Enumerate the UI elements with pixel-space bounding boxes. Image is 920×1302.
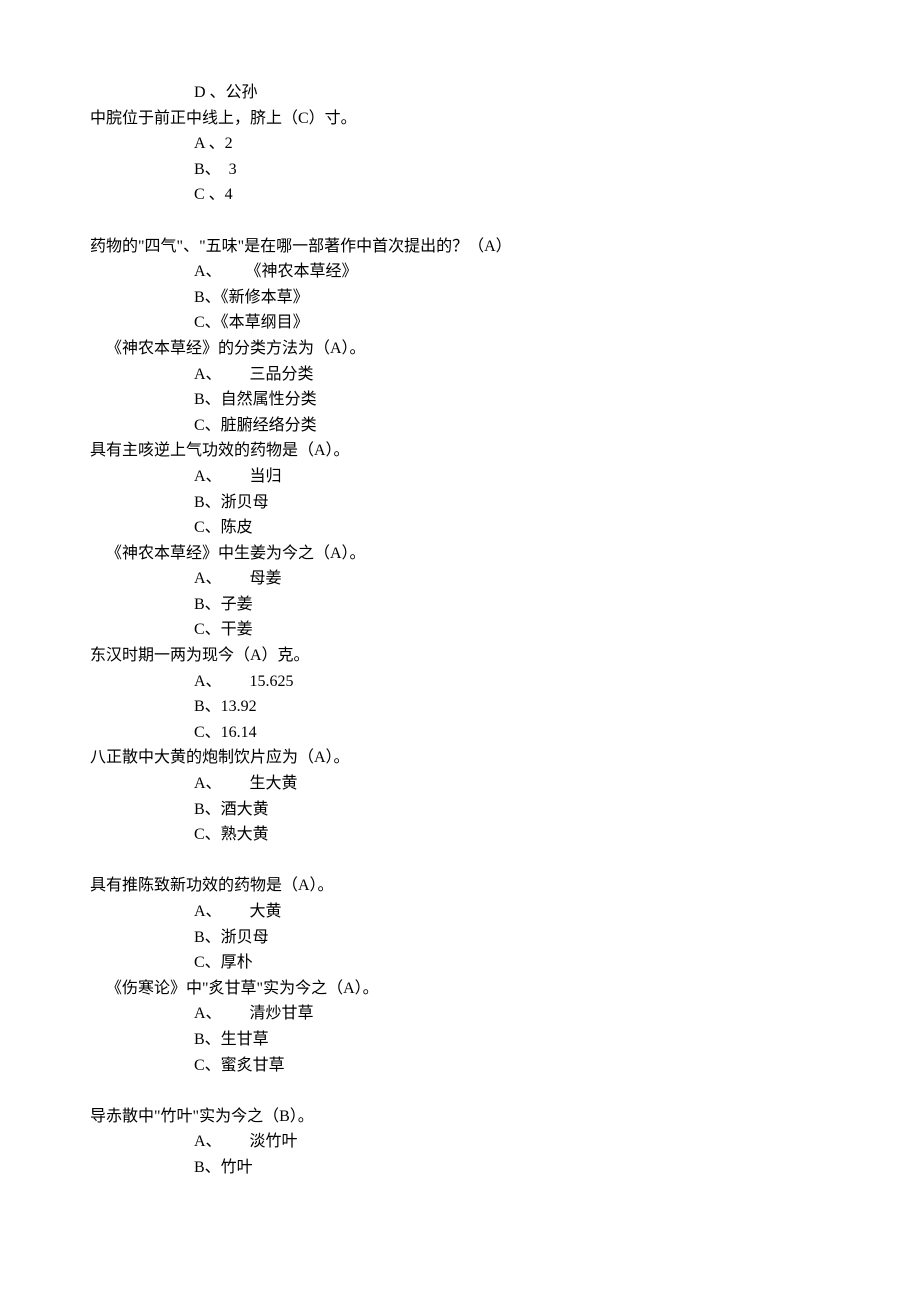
question-text: 具有主咳逆上气功效的药物是（A）。 [90, 438, 830, 464]
option-text: C、脏腑经络分类 [194, 413, 830, 439]
question-text: 具有推陈致新功效的药物是（A）。 [90, 873, 830, 899]
option-text: B、 3 [194, 157, 830, 183]
option-text: C、熟大黄 [194, 822, 830, 848]
question-text: 《神农本草经》中生姜为今之（A）。 [106, 541, 830, 567]
option-text: C、16.14 [194, 720, 830, 746]
blank-line [90, 1078, 830, 1104]
question-text: 东汉时期一两为现今（A）克。 [90, 643, 830, 669]
option-text: C、陈皮 [194, 515, 830, 541]
document-body: D 、公孙中脘位于前正中线上，脐上（C）寸。A 、2B、 3C 、4 药物的"四… [90, 80, 830, 1181]
option-text: B、酒大黄 [194, 797, 830, 823]
option-text: A、 淡竹叶 [194, 1129, 830, 1155]
option-text: A、 大黄 [194, 899, 830, 925]
blank-line [90, 208, 830, 234]
option-text: B、自然属性分类 [194, 387, 830, 413]
option-text: B、竹叶 [194, 1155, 830, 1181]
option-text: C、厚朴 [194, 950, 830, 976]
option-text: C、《本草纲目》 [194, 310, 830, 336]
option-text: C 、4 [194, 182, 830, 208]
option-text: C、干姜 [194, 617, 830, 643]
option-text: A、 当归 [194, 464, 830, 490]
option-text: A、 清炒甘草 [194, 1001, 830, 1027]
question-text: 《神农本草经》的分类方法为（A）。 [106, 336, 830, 362]
option-text: A、 《神农本草经》 [194, 259, 830, 285]
option-text: B、子姜 [194, 592, 830, 618]
option-text: B、生甘草 [194, 1027, 830, 1053]
option-text: A、 15.625 [194, 669, 830, 695]
question-text: 药物的"四气"、"五味"是在哪一部著作中首次提出的？（A） [90, 234, 830, 260]
option-text: C、蜜炙甘草 [194, 1053, 830, 1079]
blank-line [90, 848, 830, 874]
option-text: B、13.92 [194, 694, 830, 720]
question-text: 《伤寒论》中"炙甘草"实为今之（A）。 [106, 976, 830, 1002]
question-text: 导赤散中"竹叶"实为今之（B）。 [90, 1104, 830, 1130]
option-text: A、 母姜 [194, 566, 830, 592]
option-text: B、浙贝母 [194, 490, 830, 516]
option-text: A 、2 [194, 131, 830, 157]
question-text: 中脘位于前正中线上，脐上（C）寸。 [90, 106, 830, 132]
option-text: D 、公孙 [194, 80, 830, 106]
option-text: A、 三品分类 [194, 362, 830, 388]
option-text: A、 生大黄 [194, 771, 830, 797]
option-text: B、浙贝母 [194, 925, 830, 951]
question-text: 八正散中大黄的炮制饮片应为（A）。 [90, 745, 830, 771]
option-text: B、《新修本草》 [194, 285, 830, 311]
